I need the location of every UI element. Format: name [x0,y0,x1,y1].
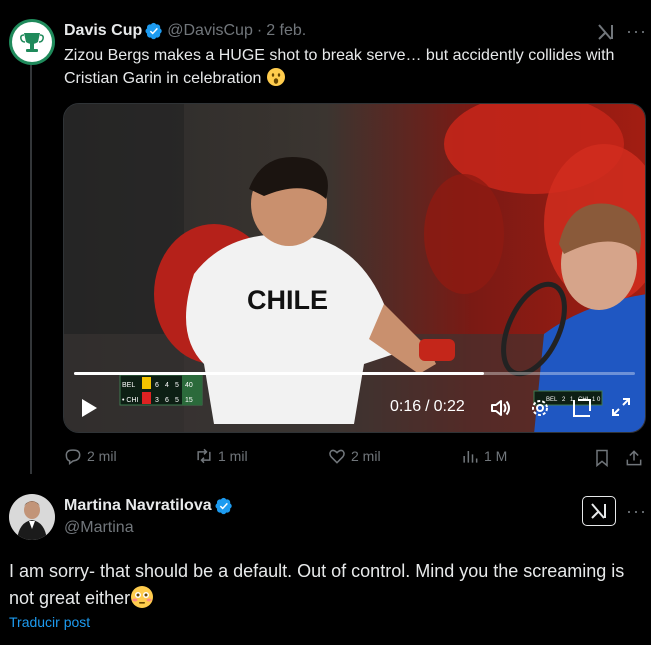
scoreboard-score-1-4: 40 [185,382,193,389]
scoreboard-team-2: • CHI [122,397,139,404]
display-name[interactable]: Davis Cup [64,22,142,40]
surprised-face-emoji-icon [266,68,285,86]
picture-in-picture-icon[interactable] [570,397,592,419]
views-icon [463,451,478,463]
time-separator: / [425,398,430,415]
volume-icon[interactable] [488,396,512,420]
grok-icon [591,503,606,519]
avatar[interactable] [9,494,55,540]
separator-dot: · [256,22,263,39]
scoreboard-score-2-3: 5 [175,397,179,404]
video-progress-bar[interactable] [74,372,635,375]
davis-cup-logo-icon [20,33,44,52]
tweet-text: I am sorry- that should be a default. Ou… [9,558,629,612]
share-icon[interactable] [624,448,644,468]
like-count: 2 mil [351,448,381,464]
tweet-actions: 2 mil 1 mil 2 mil 1 M [63,446,648,472]
grok-button[interactable] [582,496,616,526]
video-time: 0:16/0:22 [390,398,465,416]
duration: 0:22 [433,398,465,415]
avatar[interactable] [9,19,55,65]
video-progress-fill [74,372,484,375]
video-player[interactable]: BEL • CHI 6 4 5 40 3 6 5 15 BEL 2 1 CHI … [63,103,646,433]
jersey-text: CHILE [247,285,328,315]
verified-badge-icon[interactable] [215,497,233,515]
avatar-photo [9,494,55,540]
flushed-face-emoji-icon [131,586,154,608]
repost-count: 1 mil [218,448,248,464]
tweet-text-content: I am sorry- that should be a default. Ou… [9,561,625,608]
tweet-header: Davis Cup @DavisCup · 2 feb. [64,20,306,42]
scoreboard-score-1-3: 5 [175,382,179,389]
views-button[interactable]: 1 M [460,446,507,466]
repost-button[interactable]: 1 mil [194,446,248,466]
scoreboard-score-2-4: 15 [185,397,193,404]
reply-count: 2 mil [87,448,117,464]
display-name[interactable]: Martina Navratilova [64,497,212,515]
repost-icon [197,448,211,464]
bookmark-icon[interactable] [592,448,612,468]
tweet-header: Martina Navratilova [64,497,237,515]
current-time: 0:16 [390,398,422,415]
verified-badge-icon[interactable] [145,22,163,40]
timestamp[interactable]: 2 feb. [266,22,306,40]
grok-icon[interactable] [596,22,616,42]
scoreboard-team-1: BEL [122,382,135,389]
tweet-text-content: Zizou Bergs makes a HUGE shot to break s… [64,47,615,87]
scoreboard-score-1-1: 6 [155,382,159,389]
tweet-davis-cup[interactable]: Davis Cup @DavisCup · 2 feb. ··· Zizou B… [0,0,651,480]
scoreboard-score-2-1: 3 [155,397,159,404]
video-frame: BEL • CHI 6 4 5 40 3 6 5 15 BEL 2 1 CHI … [64,104,645,432]
handle[interactable]: @DavisCup [167,22,253,40]
scoreboard-score-1-2: 4 [165,382,169,389]
heart-icon [329,449,345,464]
handle[interactable]: @Martina [64,519,134,537]
translate-link[interactable]: Traducir post [9,614,90,630]
fullscreen-icon[interactable] [610,396,632,418]
reply-icon [65,449,81,465]
play-icon[interactable] [80,398,98,418]
reply-button[interactable]: 2 mil [63,446,117,466]
more-icon[interactable]: ··· [626,22,646,44]
like-button[interactable]: 2 mil [327,446,381,466]
more-icon[interactable]: ··· [626,502,646,524]
scoreboard-score-2-2: 6 [165,397,169,404]
views-count: 1 M [484,448,508,464]
settings-gear-icon[interactable] [529,397,551,419]
tweet-text: Zizou Bergs makes a HUGE shot to break s… [64,45,634,90]
